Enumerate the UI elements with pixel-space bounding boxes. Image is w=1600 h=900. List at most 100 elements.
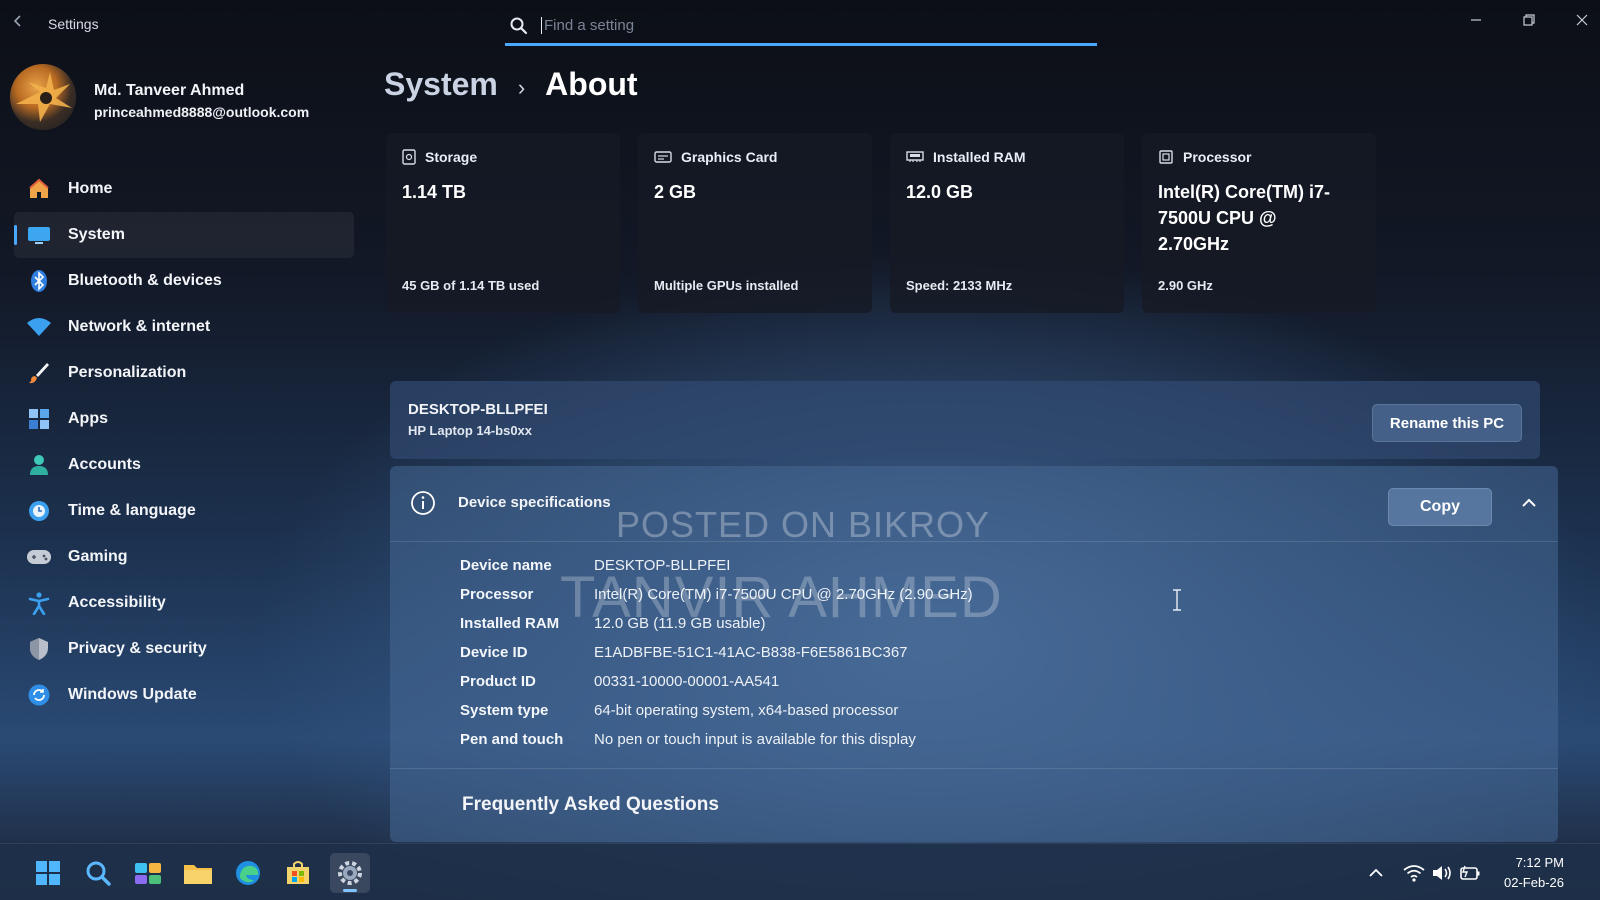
sidebar-item-privacy[interactable]: Privacy & security	[14, 626, 354, 672]
profile-name: Md. Tanveer Ahmed	[94, 82, 245, 99]
avatar[interactable]	[10, 64, 76, 130]
sidebar-item-label: Home	[68, 180, 113, 197]
graphics-card-card[interactable]: Graphics Card 2 GB Multiple GPUs install…	[638, 133, 872, 313]
clock-date[interactable]: 02-Feb-26	[1504, 875, 1564, 890]
card-title: Installed RAM	[933, 149, 1026, 165]
app-title: Settings	[48, 16, 99, 32]
spec-key: System type	[460, 702, 549, 719]
spec-value: Intel(R) Core(TM) i7-7500U CPU @ 2.70GHz…	[594, 586, 973, 603]
breadcrumb-separator: ›	[517, 75, 526, 100]
search-box[interactable]	[505, 8, 1097, 46]
sidebar-item-personalization[interactable]: Personalization	[14, 350, 354, 396]
device-specifications-header[interactable]: Device specifications Copy	[390, 466, 1558, 542]
spec-key: Product ID	[460, 673, 536, 690]
ram-icon	[906, 151, 924, 162]
sidebar-item-label: Time & language	[68, 502, 196, 519]
sidebar-item-label: Apps	[68, 410, 108, 427]
user-profile[interactable]: Md. Tanveer Ahmed princeahmed8888@outloo…	[10, 64, 340, 134]
file-explorer-button[interactable]	[178, 853, 218, 893]
edge-button[interactable]	[228, 853, 268, 893]
search-icon	[510, 17, 528, 34]
title-bar: Settings	[0, 0, 1600, 48]
wifi-icon	[1403, 865, 1425, 882]
sidebar-item-accessibility[interactable]: Accessibility	[14, 580, 354, 626]
network-tray-button[interactable]	[1402, 861, 1426, 885]
spec-key: Device name	[460, 557, 552, 574]
search-input[interactable]	[541, 17, 1097, 34]
ram-card[interactable]: Installed RAM 12.0 GB Speed: 2133 MHz	[890, 133, 1124, 313]
widgets-icon	[135, 863, 161, 884]
update-icon	[26, 682, 52, 708]
storage-icon	[402, 149, 416, 165]
battery-icon	[1460, 865, 1480, 880]
restore-button[interactable]	[1509, 8, 1549, 36]
minimize-icon	[1471, 19, 1481, 21]
sidebar-item-apps[interactable]: Apps	[14, 396, 354, 442]
close-button[interactable]	[1562, 8, 1600, 36]
pc-name-panel: DESKTOP-BLLPFEI HP Laptop 14-bs0xx Renam…	[390, 381, 1540, 459]
minimize-button[interactable]	[1456, 8, 1496, 36]
sidebar-item-network[interactable]: Network & internet	[14, 304, 354, 350]
gamepad-icon	[26, 544, 52, 570]
processor-card[interactable]: Processor Intel(R) Core(TM) i7-7500U CPU…	[1142, 133, 1376, 313]
card-value: 12.0 GB	[906, 182, 974, 202]
spec-value: No pen or touch input is available for t…	[594, 731, 916, 748]
sidebar-item-label: Gaming	[68, 548, 128, 565]
shield-icon	[26, 636, 52, 662]
taskbar-search-button[interactable]	[78, 853, 118, 893]
rename-pc-button[interactable]: Rename this PC	[1372, 404, 1522, 442]
sidebar-item-windows-update[interactable]: Windows Update	[14, 672, 354, 718]
spec-value: DESKTOP-BLLPFEI	[594, 557, 731, 574]
spec-value: 12.0 GB (11.9 GB usable)	[594, 615, 766, 632]
sidebar-item-accounts[interactable]: Accounts	[14, 442, 354, 488]
edge-icon	[236, 861, 260, 885]
start-button[interactable]	[28, 853, 68, 893]
sidebar-item-label: Privacy & security	[68, 640, 207, 657]
divider	[390, 768, 1558, 769]
sidebar-item-label: Accessibility	[68, 594, 166, 611]
card-value: 1.14 TB	[402, 182, 467, 202]
card-foot: 2.90 GHz	[1158, 278, 1213, 293]
apps-icon	[26, 406, 52, 432]
spec-row: Pen and touch No pen or touch input is a…	[460, 725, 973, 754]
text-cursor-icon	[1173, 589, 1181, 611]
settings-icon	[338, 861, 362, 885]
store-button[interactable]	[278, 853, 318, 893]
processor-icon	[1159, 150, 1173, 164]
card-foot: Speed: 2133 MHz	[906, 278, 1013, 293]
widgets-button[interactable]	[128, 853, 168, 893]
copy-button[interactable]: Copy	[1388, 488, 1492, 526]
sidebar-item-label: System	[68, 226, 125, 243]
spec-row: Processor Intel(R) Core(TM) i7-7500U CPU…	[460, 580, 973, 609]
faq-heading[interactable]: Frequently Asked Questions	[462, 794, 719, 816]
sidebar-item-label: Network & internet	[68, 318, 211, 335]
spec-row: Installed RAM 12.0 GB (11.9 GB usable)	[460, 609, 973, 638]
card-title: Processor	[1183, 149, 1252, 165]
battery-tray-button[interactable]	[1458, 861, 1482, 885]
settings-taskbar-button[interactable]	[330, 853, 370, 893]
sidebar-item-home[interactable]: Home	[14, 166, 354, 212]
card-title: Storage	[425, 149, 478, 165]
brush-icon	[26, 360, 52, 386]
sidebar-nav: Home System Bluetooth & devices Network …	[14, 166, 354, 718]
clock-time[interactable]: 7:12 PM	[1516, 855, 1564, 870]
chevron-up-icon[interactable]	[1522, 498, 1536, 508]
volume-tray-button[interactable]	[1430, 861, 1454, 885]
sidebar-item-system[interactable]: System	[14, 212, 354, 258]
sidebar-item-gaming[interactable]: Gaming	[14, 534, 354, 580]
start-icon	[36, 861, 60, 885]
close-icon	[1576, 14, 1588, 26]
breadcrumb-system[interactable]: System	[384, 66, 498, 103]
graphics-card-icon	[654, 151, 672, 163]
accessibility-icon	[26, 590, 52, 616]
sidebar-item-time-language[interactable]: Time & language	[14, 488, 354, 534]
back-button[interactable]	[8, 14, 28, 34]
volume-icon	[1433, 866, 1451, 880]
info-icon	[411, 491, 435, 515]
sidebar-item-bluetooth[interactable]: Bluetooth & devices	[14, 258, 354, 304]
sidebar-item-label: Accounts	[68, 456, 141, 473]
taskbar: 7:12 PM 02-Feb-26	[0, 843, 1600, 900]
storage-card[interactable]: Storage 1.14 TB 45 GB of 1.14 TB used	[386, 133, 620, 313]
show-hidden-icons-button[interactable]	[1364, 861, 1388, 885]
card-foot: 45 GB of 1.14 TB used	[402, 278, 540, 293]
